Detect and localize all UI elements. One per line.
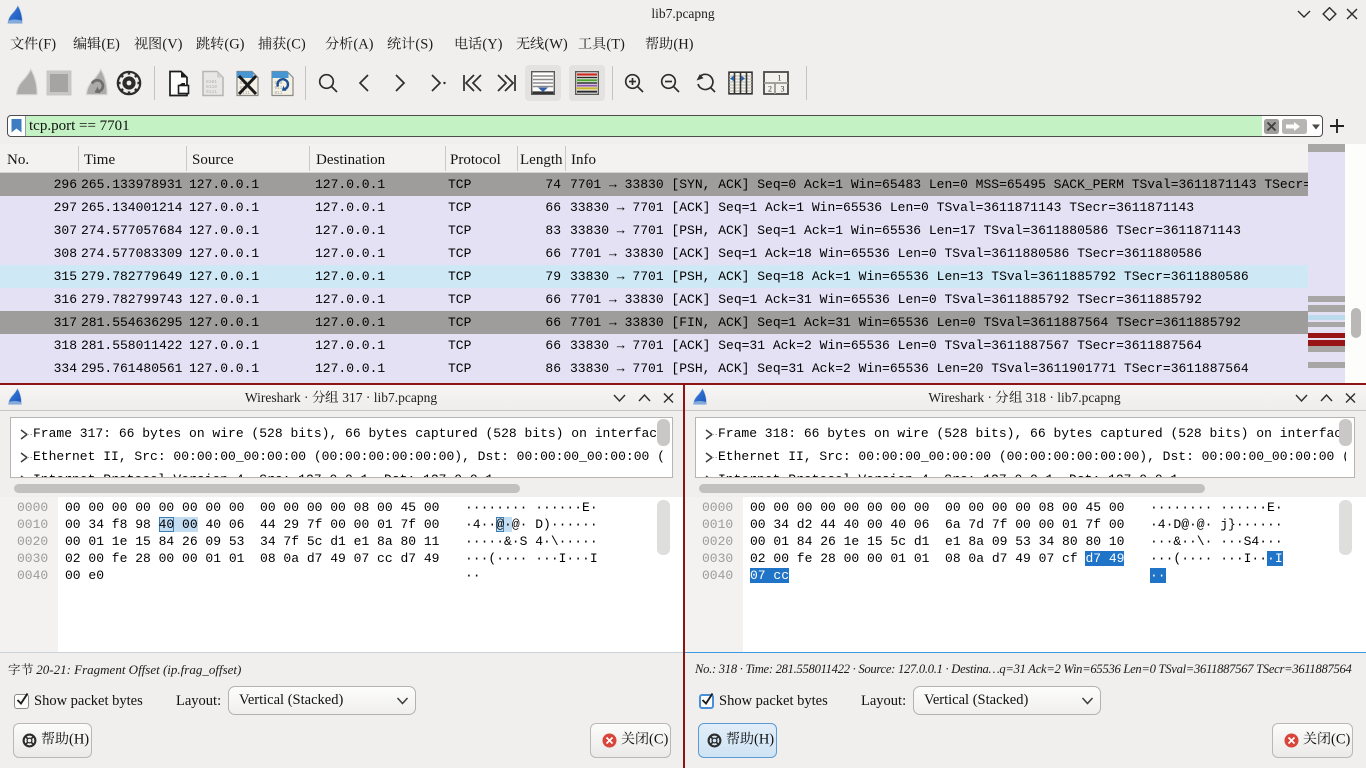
svg-text:3: 3 [781, 85, 785, 94]
svg-text:011: 011 [275, 91, 283, 96]
svg-text:2: 2 [768, 85, 772, 94]
svg-text:0111: 0111 [206, 89, 217, 95]
svg-text:1: 1 [778, 74, 782, 83]
